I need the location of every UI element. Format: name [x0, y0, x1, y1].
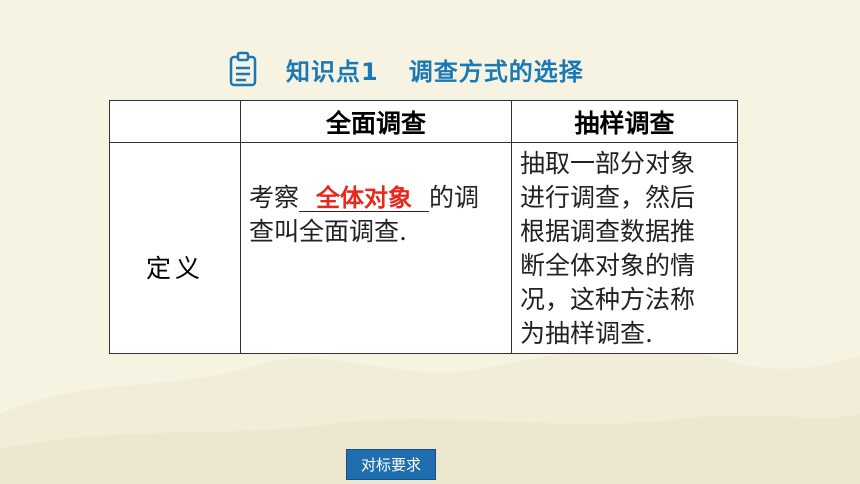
column-header-full-survey: 全面调查 — [240, 100, 512, 143]
full-survey-definition: 考察 全体对象 的调 查叫全面调查. — [240, 142, 512, 354]
benchmark-requirements-button[interactable]: 对标要求 — [346, 449, 436, 480]
full-survey-line-1: 考察 全体对象 的调 — [249, 181, 501, 215]
full-survey-prefix: 考察 — [249, 183, 300, 212]
row-label-definition: 定义 — [109, 142, 241, 354]
blank-answer: 全体对象 — [316, 184, 413, 212]
column-header-sample-survey: 抽样调查 — [511, 100, 738, 143]
sample-line: 进行调查，然后 — [520, 183, 696, 212]
table-corner-cell — [109, 100, 241, 143]
section-header: 知识点1 调查方式的选择 — [228, 50, 584, 88]
knowledge-point-label: 知识点1 — [286, 57, 379, 86]
sample-line: 为抽样调查. — [520, 319, 653, 348]
full-survey-suffix: 的调 — [429, 183, 480, 212]
section-title: 调查方式的选择 — [408, 57, 584, 86]
sample-line: 根据调查数据推 — [520, 217, 696, 246]
sample-survey-definition: 抽取一部分对象 进行调查，然后 根据调查数据推 断全体对象的情 况，这种方法称 … — [511, 142, 738, 354]
clipboard-icon — [229, 51, 257, 87]
sample-line: 断全体对象的情 — [520, 251, 696, 280]
table-header-row: 全面调查 抽样调查 — [109, 100, 738, 143]
full-survey-line-2: 查叫全面调查. — [249, 217, 407, 246]
sample-line: 抽取一部分对象 — [520, 149, 696, 178]
table-row-definition: 定义 考察 全体对象 的调 查叫全面调查. 抽取一部分对象 进行调查，然后 根据调查… — [109, 142, 738, 354]
comparison-table: 全面调查 抽样调查 定义 考察 全体对象 的调 查叫全面调查. 抽取一部分对象 进行… — [109, 100, 738, 354]
sample-line: 况，这种方法称 — [520, 285, 696, 314]
fill-in-blank: 全体对象 — [299, 184, 430, 212]
